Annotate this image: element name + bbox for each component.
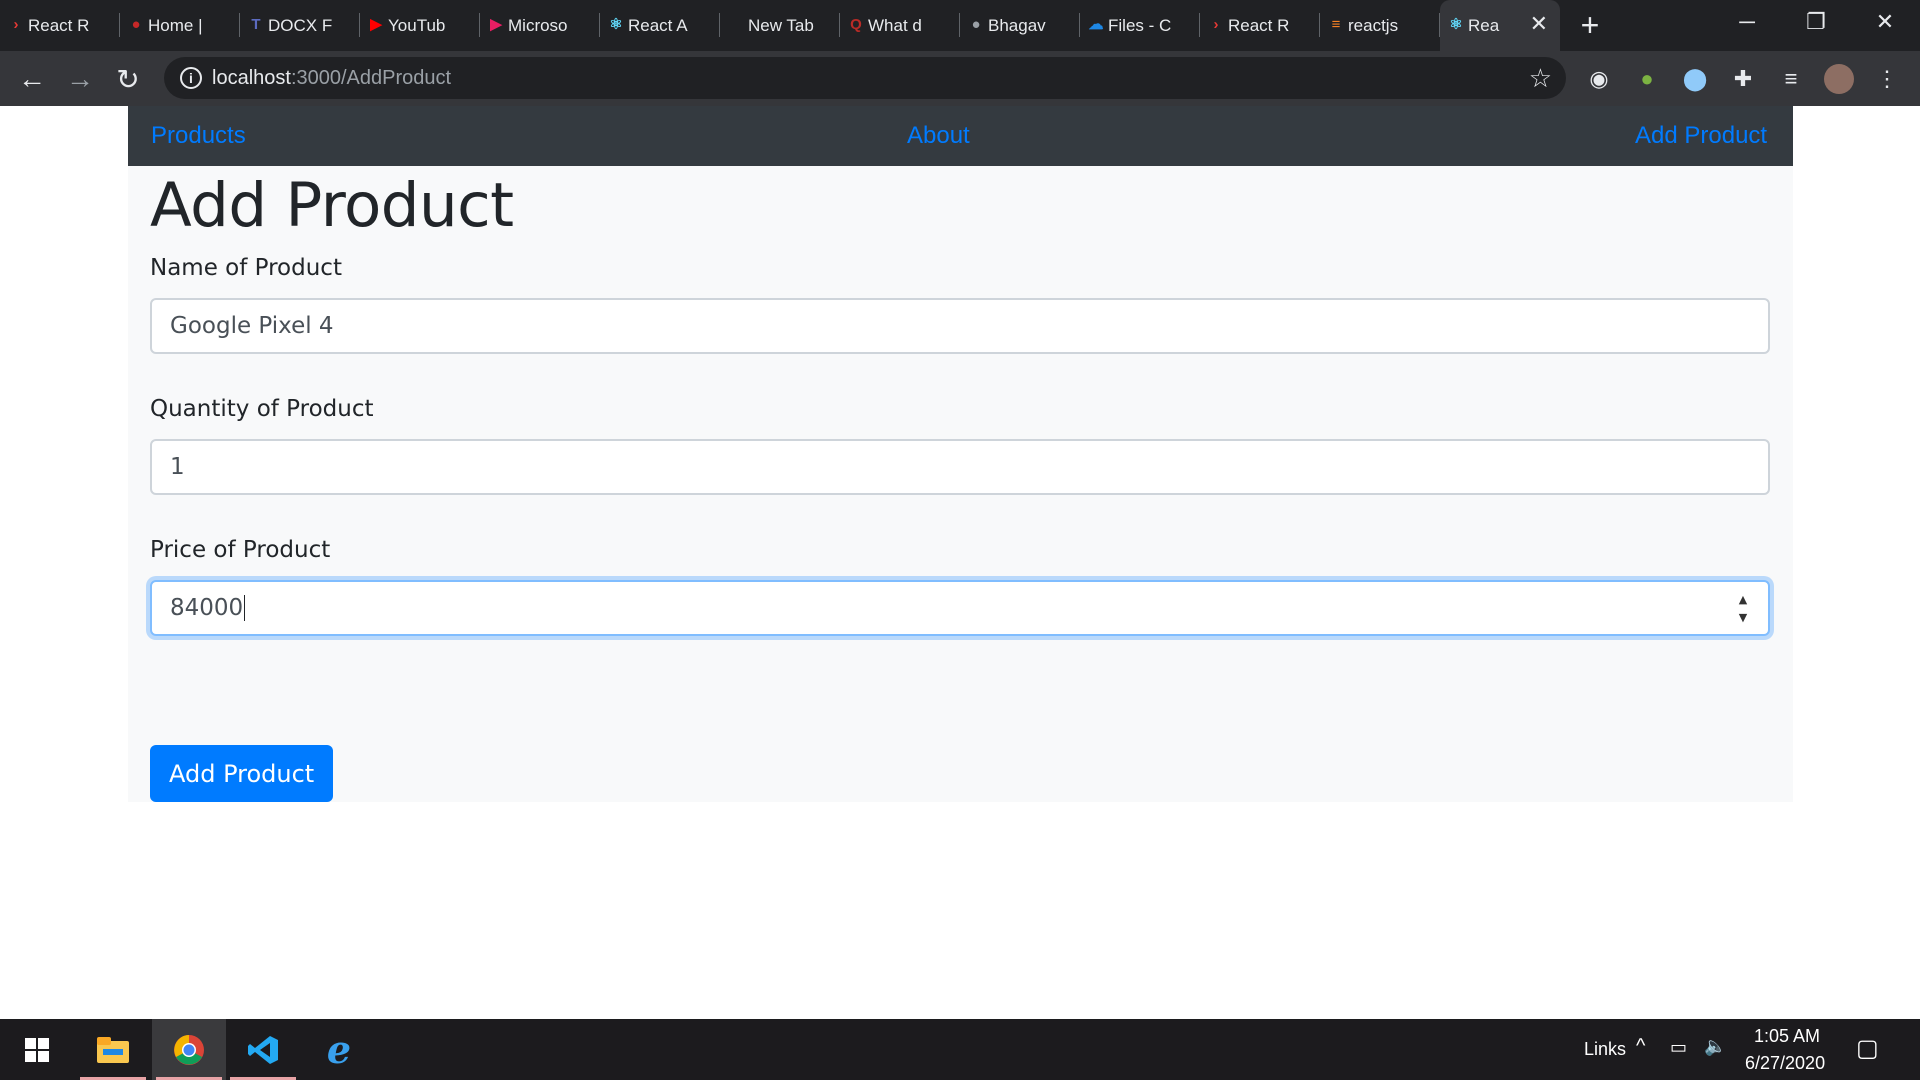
react-icon: ⚛: [609, 16, 623, 33]
add-product-button[interactable]: Add Product: [150, 745, 334, 802]
links-toolbar[interactable]: Links: [1584, 1039, 1626, 1060]
url-path: :3000/AddProduct: [290, 67, 452, 89]
restore-button[interactable]: ❐: [1781, 0, 1851, 44]
extension-shield-icon[interactable]: ⬤: [1680, 64, 1710, 94]
address-bar[interactable]: i localhost:3000/AddProduct ☆: [164, 57, 1566, 99]
nav-about-link[interactable]: About: [907, 122, 970, 150]
tab[interactable]: › React R: [1200, 0, 1320, 51]
quantity-label: Quantity of Product: [150, 396, 374, 422]
tab[interactable]: ● Bhagav: [960, 0, 1080, 51]
tab[interactable]: ● Home |: [120, 0, 240, 51]
url-text: localhost:3000/AddProduct: [212, 67, 451, 90]
battery-icon[interactable]: ▭: [1670, 1037, 1687, 1058]
tab[interactable]: Q What d: [840, 0, 960, 51]
extension-record-icon[interactable]: ◉: [1584, 64, 1614, 94]
action-center-icon[interactable]: ▢: [1856, 1034, 1879, 1063]
browser-menu-icon[interactable]: ⋮: [1872, 64, 1902, 94]
forward-button[interactable]: →: [62, 61, 98, 97]
chevron-right-icon: ›: [1213, 15, 1219, 33]
quora-icon: Q: [850, 15, 862, 33]
text-caret: [244, 595, 246, 621]
quantity-input[interactable]: 1: [150, 439, 1770, 495]
tab-label: reactjs: [1348, 15, 1399, 35]
tab-label: Rea: [1468, 15, 1500, 35]
url-host: localhost: [212, 67, 291, 89]
tab-label: Files - C: [1108, 15, 1172, 35]
tab-active[interactable]: ⚛ Rea ✕: [1440, 0, 1560, 51]
tab-label: DOCX F: [268, 15, 333, 35]
page-title: Add Product: [150, 170, 514, 241]
clock-date[interactable]: 6/27/2020: [1745, 1053, 1825, 1074]
globe-icon: ●: [971, 15, 981, 33]
tab-label: Bhagav: [988, 15, 1046, 35]
navbar: Products About Add Product: [128, 106, 1793, 166]
chrome-icon[interactable]: [152, 1019, 226, 1080]
extensions-puzzle-icon[interactable]: ✚: [1728, 64, 1758, 94]
media-queue-icon[interactable]: ≡: [1776, 64, 1806, 94]
name-input-value: Google Pixel 4: [170, 313, 334, 339]
tab-label: Home |: [148, 15, 203, 35]
minimize-button[interactable]: ─: [1712, 0, 1782, 44]
youtube-icon: ▶: [370, 16, 382, 33]
tab[interactable]: ⚛ React A: [600, 0, 720, 51]
nav-products-link[interactable]: Products: [151, 122, 246, 150]
tab[interactable]: ▶ Microso: [480, 0, 600, 51]
tab[interactable]: › React R: [0, 0, 120, 51]
windows-start-icon[interactable]: [0, 1019, 74, 1080]
tab[interactable]: New Tab: [720, 0, 840, 51]
tab-label: React R: [1228, 15, 1290, 35]
price-input-value: 84000: [170, 595, 244, 621]
site-info-icon[interactable]: i: [180, 67, 202, 89]
spin-down-icon[interactable]: ▼: [1739, 612, 1747, 624]
back-button[interactable]: ←: [14, 61, 50, 97]
reload-button[interactable]: ↻: [110, 61, 146, 97]
tab-label: Microso: [508, 15, 568, 35]
quantity-input-value: 1: [170, 454, 185, 480]
name-label: Name of Product: [150, 255, 342, 281]
vscode-icon[interactable]: [226, 1019, 300, 1080]
spin-up-icon[interactable]: ▲: [1739, 594, 1747, 606]
internet-explorer-icon[interactable]: e: [302, 1019, 376, 1080]
teams-icon: T: [251, 15, 261, 33]
tab-label: What d: [868, 15, 922, 35]
tab[interactable]: ≡ reactjs: [1320, 0, 1440, 51]
stackoverflow-icon: ≡: [1331, 15, 1341, 33]
react-icon: ⚛: [1449, 16, 1463, 33]
profile-avatar[interactable]: [1824, 64, 1854, 94]
tab-label: New Tab: [748, 15, 814, 35]
globe-icon: ●: [131, 15, 141, 33]
name-input[interactable]: Google Pixel 4: [150, 298, 1770, 354]
app-container: Products About Add Product Add Product N…: [128, 106, 1793, 802]
new-tab-button[interactable]: +: [1560, 0, 1620, 51]
browser-tab-strip: › React R ● Home | T DOCX F ▶ YouTub ▶ Microso ⚛ Re…: [0, 0, 1920, 51]
volume-icon[interactable]: 🔈: [1704, 1036, 1726, 1057]
bookmark-star-icon[interactable]: ☆: [1529, 63, 1552, 94]
clock-time[interactable]: 1:05 AM: [1754, 1026, 1820, 1047]
stream-play-icon: ▶: [490, 16, 502, 33]
web-page: Products About Add Product Add Product N…: [0, 106, 1920, 1019]
number-spinner[interactable]: ▲ ▼: [1736, 594, 1750, 624]
close-window-button[interactable]: ✕: [1850, 0, 1920, 44]
taskbar: e Links ^ ▭ 🔈 1:05 AM 6/27/2020 ▢: [0, 1019, 1920, 1080]
onedrive-icon: ☁: [1088, 16, 1104, 33]
file-explorer-icon[interactable]: [76, 1019, 150, 1080]
tab-label: YouTub: [388, 15, 446, 35]
extension-leaf-icon[interactable]: ●: [1632, 64, 1662, 94]
tab[interactable]: ▶ YouTub: [360, 0, 480, 51]
nav-add-product-link[interactable]: Add Product: [1635, 122, 1767, 150]
tab[interactable]: T DOCX F: [240, 0, 360, 51]
price-label: Price of Product: [150, 537, 331, 563]
show-hidden-icons[interactable]: ^: [1636, 1035, 1645, 1058]
close-tab-icon[interactable]: ✕: [1530, 12, 1548, 36]
price-input[interactable]: 84000 ▲ ▼: [150, 580, 1770, 636]
chevron-right-icon: ›: [13, 15, 19, 33]
tab-label: React R: [28, 15, 90, 35]
tab-label: React A: [628, 15, 688, 35]
tab-list: › React R ● Home | T DOCX F ▶ YouTub ▶ Microso ⚛ Re…: [0, 0, 1440, 51]
tab[interactable]: ☁ Files - C: [1080, 0, 1200, 51]
